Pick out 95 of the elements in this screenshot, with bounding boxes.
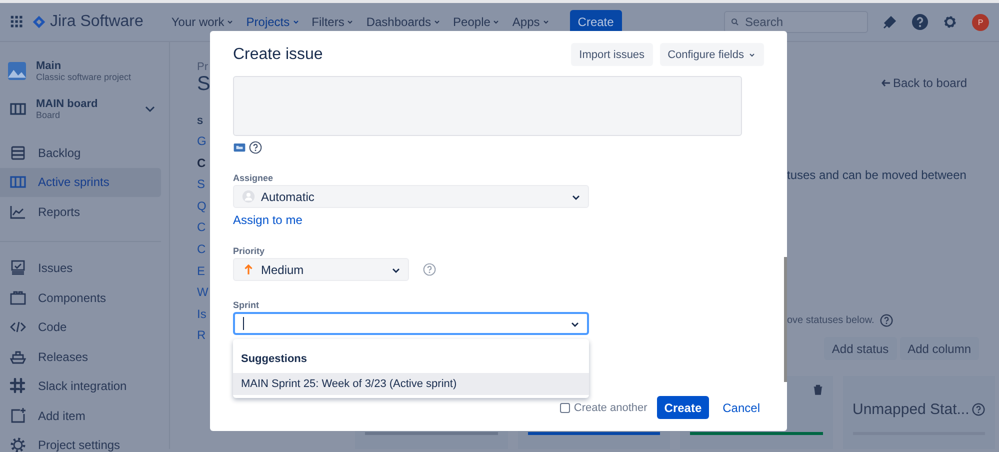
nav-menu[interactable]: Your work — [165, 15, 240, 29]
slack-icon — [10, 378, 26, 394]
assign-to-me-link[interactable]: Assign to me — [233, 213, 302, 227]
field-label: Assignee — [233, 173, 274, 183]
header-button[interactable]: Configure fields — [660, 43, 764, 66]
select-field[interactable]: Medium — [233, 258, 409, 281]
create-button[interactable]: Create — [657, 396, 709, 419]
sidebar-item[interactable]: Add item — [0, 401, 161, 430]
settings-nav-item[interactable]: E — [197, 264, 210, 286]
sidebar-item[interactable]: Components — [0, 283, 161, 312]
description-text: tuses and can be moved between — [787, 168, 968, 182]
sidebar-item[interactable]: Reports — [0, 197, 161, 226]
project-name[interactable]: Main — [36, 60, 132, 72]
trash-icon[interactable] — [812, 384, 822, 395]
search-field[interactable]: Search — [724, 11, 868, 33]
sidebar-item[interactable]: Issues — [0, 254, 161, 283]
box-icon — [10, 290, 26, 306]
sidebar-item[interactable]: Project settings — [0, 430, 161, 452]
caret-icon — [433, 18, 442, 26]
sprint-input[interactable] — [233, 312, 589, 335]
caret-icon — [492, 18, 500, 26]
settings-nav-item[interactable]: C — [197, 242, 210, 264]
chevron-down-icon — [572, 192, 580, 200]
settings-icon — [10, 437, 26, 452]
arrow-left-icon — [880, 79, 891, 87]
folder-icon[interactable] — [233, 141, 246, 154]
user-avatar-icon — [242, 190, 255, 203]
settings-nav-item[interactable]: G — [197, 134, 210, 156]
board-name[interactable]: MAIN board — [36, 98, 98, 110]
app-logo[interactable]: Jira Software — [32, 13, 144, 31]
checkbox-label: Create another — [574, 402, 648, 414]
sidebar-item[interactable]: Code — [0, 312, 161, 342]
add-button[interactable]: Add column — [900, 337, 979, 360]
create-another-checkbox[interactable] — [560, 402, 570, 412]
sidebar-item[interactable]: Slack integration — [0, 372, 161, 401]
chevron-down-icon — [571, 320, 579, 328]
field-label: Priority — [233, 246, 266, 256]
field-label: Sprint — [233, 300, 260, 310]
back-link[interactable]: Back to board — [880, 76, 967, 90]
monitor-check-icon — [10, 260, 26, 276]
settings-nav-item[interactable]: W — [197, 285, 210, 307]
chevron-down-icon — [392, 266, 400, 274]
line-chart-icon — [10, 204, 26, 220]
dialog-title: Create issue — [233, 46, 323, 64]
text-cursor — [243, 317, 244, 330]
chevron-down-icon[interactable] — [145, 104, 155, 114]
help-icon[interactable] — [249, 141, 262, 154]
caret-icon — [748, 50, 756, 58]
add-button[interactable]: Add status — [824, 337, 897, 360]
settings-nav-item[interactable]: Q — [197, 198, 210, 220]
page-title: S — [197, 73, 210, 96]
diamond-logo-icon — [32, 15, 46, 29]
nav-menu[interactable]: People — [447, 15, 506, 29]
settings-nav-item[interactable]: S — [197, 177, 210, 199]
column-title: Unmapped Stat... — [852, 401, 970, 418]
suggestion-item[interactable]: MAIN Sprint 25: Week of 3/23 (Active sprint) — [233, 373, 589, 395]
caret-icon — [292, 18, 300, 26]
suggestions-heading: Suggestions — [240, 353, 308, 367]
nav-menu[interactable]: Filters — [306, 15, 360, 29]
caret-icon — [226, 18, 234, 26]
caret-icon — [542, 18, 550, 26]
stack-icon — [10, 144, 26, 161]
add-page-icon — [10, 408, 26, 424]
board-type: Board — [36, 110, 62, 120]
settings-icon[interactable] — [942, 14, 958, 30]
settings-nav-item[interactable]: C — [197, 220, 210, 242]
settings-nav-item[interactable]: Is — [197, 306, 210, 328]
hint-text: ove statuses below. — [787, 315, 874, 326]
nav-menu[interactable]: Projects — [240, 15, 306, 29]
caret-icon — [346, 18, 354, 26]
settings-nav-item[interactable]: C — [197, 156, 210, 178]
sidebar-item[interactable]: Active sprints — [0, 168, 161, 197]
user-avatar[interactable]: P — [972, 14, 989, 30]
search-icon — [731, 18, 739, 26]
notification-icon[interactable] — [882, 14, 898, 30]
ship-icon — [10, 348, 26, 365]
help-icon[interactable] — [912, 14, 928, 30]
columns-icon — [10, 174, 26, 190]
header-button[interactable]: Import issues — [571, 43, 653, 66]
breadcrumb[interactable]: Pr — [197, 61, 210, 73]
app-grid-icon[interactable] — [10, 15, 24, 29]
select-field[interactable]: Automatic — [233, 185, 589, 208]
arrow-up-icon — [242, 263, 255, 276]
section-heading: S — [197, 116, 204, 126]
help-icon[interactable] — [880, 314, 894, 327]
nav-menu[interactable]: Apps — [506, 15, 556, 29]
sidebar-item[interactable]: Releases — [0, 342, 161, 372]
cancel-button[interactable]: Cancel — [718, 400, 764, 414]
board-icon — [10, 101, 26, 117]
help-icon[interactable] — [972, 403, 985, 416]
project-type: Classic software project — [36, 72, 132, 82]
sidebar-item[interactable]: Backlog — [0, 138, 161, 168]
settings-nav-item[interactable]: R — [197, 328, 210, 350]
project-avatar-icon — [8, 62, 26, 80]
nav-menu[interactable]: Dashboards — [360, 15, 448, 29]
